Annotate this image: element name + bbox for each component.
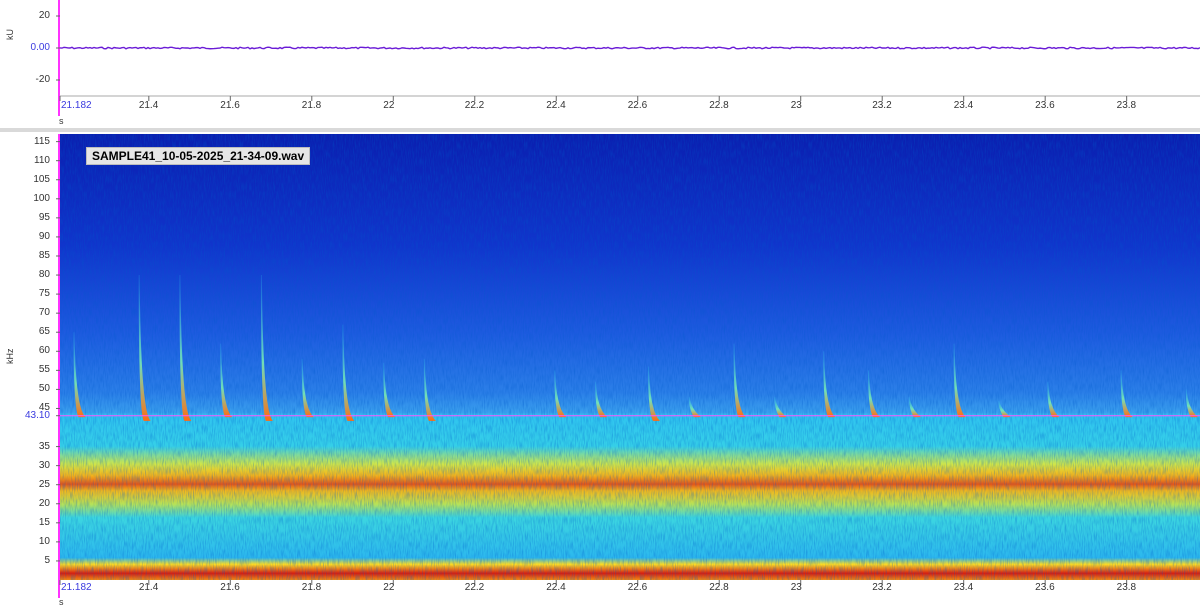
waveform-x-tick-label: 23.8 xyxy=(1116,100,1137,111)
spectrogram-x-tick-label: 21.182 xyxy=(61,582,92,593)
spectrogram-y-tick-label: 80 xyxy=(38,269,50,281)
spectrogram-y-tick-label: 85 xyxy=(38,249,50,261)
waveform-x-tick-label: 21.8 xyxy=(301,100,322,111)
waveform-x-tick-label: 22.8 xyxy=(709,100,729,111)
spectrogram-y-tick-label: 50 xyxy=(38,383,50,395)
waveform-x-tick-label: 21.4 xyxy=(138,100,159,111)
waveform-y-tick-label: 0.00 xyxy=(30,42,50,53)
spectrogram-x-tick-label: 21.6 xyxy=(220,582,240,593)
waveform-x-tick-label: 23.6 xyxy=(1035,100,1055,111)
spectrogram-noise-texture xyxy=(60,134,1200,580)
waveform-x-tick-label: 22.4 xyxy=(546,100,566,111)
spectrogram-y-tick-label: 60 xyxy=(38,345,50,357)
spectrogram-y-tick-label: 5 xyxy=(44,554,50,566)
spectrogram-y-tick-label: 10 xyxy=(38,535,50,547)
spectrogram-y-tick-label: 15 xyxy=(38,516,50,528)
spectrogram-x-tick-label: 23 xyxy=(790,582,802,593)
spectrogram-y-tick-label: 100 xyxy=(33,192,50,204)
waveform-x-tick-label: 23 xyxy=(790,100,802,111)
spectrogram-y-tick-label: 105 xyxy=(33,173,50,185)
waveform-x-tick-label: 23.4 xyxy=(953,100,974,111)
spectrogram-y-tick-label: 110 xyxy=(34,154,50,166)
waveform-x-tick-label: 21.182 xyxy=(61,100,92,111)
waveform-x-tick-label: 21.6 xyxy=(220,100,240,111)
spectrogram-x-tick-label: 22.8 xyxy=(709,582,729,593)
spectrogram-y-tick-label: 55 xyxy=(38,364,50,376)
waveform-x-tick-label: 22 xyxy=(383,100,395,111)
file-name-label: SAMPLE41_10-05-2025_21-34-09.wav xyxy=(86,147,311,165)
waveform-x-tick-label: 22.6 xyxy=(627,100,648,111)
spectrogram-y-tick-label: 20 xyxy=(38,497,50,509)
spectrogram-x-tick-label: 22.2 xyxy=(464,582,485,593)
spectrogram-y-tick-label: 43.10 xyxy=(24,409,50,421)
waveform-y-tick-label: -20 xyxy=(35,74,50,85)
spectrogram-y-tick-label: 65 xyxy=(38,326,50,338)
spectrogram-x-tick-label: 23.4 xyxy=(953,582,974,593)
chart-canvas[interactable] xyxy=(0,0,1200,609)
waveform-x-tick-label: 23.2 xyxy=(872,100,892,111)
spectrogram-x-tick-label: 23.8 xyxy=(1116,582,1137,593)
spectrogram-y-tick-label: 95 xyxy=(38,211,50,223)
spectrogram-y-tick-label: 35 xyxy=(38,440,50,452)
spectrogram-y-tick-label: 75 xyxy=(38,288,50,300)
waveform-x-tick-label: 22.2 xyxy=(464,100,485,111)
spectrogram-y-tick-label: 30 xyxy=(38,459,50,471)
spectrogram-x-tick-label: 21.8 xyxy=(301,582,322,593)
spectrogram-y-tick-label: 90 xyxy=(38,230,50,242)
spectrogram-y-tick-label: 70 xyxy=(38,307,50,319)
panel-separator xyxy=(0,128,1200,132)
spectrogram-y-tick-label: 115 xyxy=(34,135,50,147)
waveform-y-tick-label: 20 xyxy=(38,10,50,21)
spectrogram-y-tick-label: 25 xyxy=(38,478,50,490)
spectrogram-x-tick-label: 22.4 xyxy=(546,582,566,593)
spectrogram-x-tick-label: 21.4 xyxy=(138,582,159,593)
spectrogram-x-tick-label: 23.6 xyxy=(1035,582,1055,593)
spectrogram-x-tick-label: 23.2 xyxy=(872,582,892,593)
spectrogram-x-tick-label: 22 xyxy=(383,582,395,593)
spectrogram-x-tick-label: 22.6 xyxy=(627,582,648,593)
